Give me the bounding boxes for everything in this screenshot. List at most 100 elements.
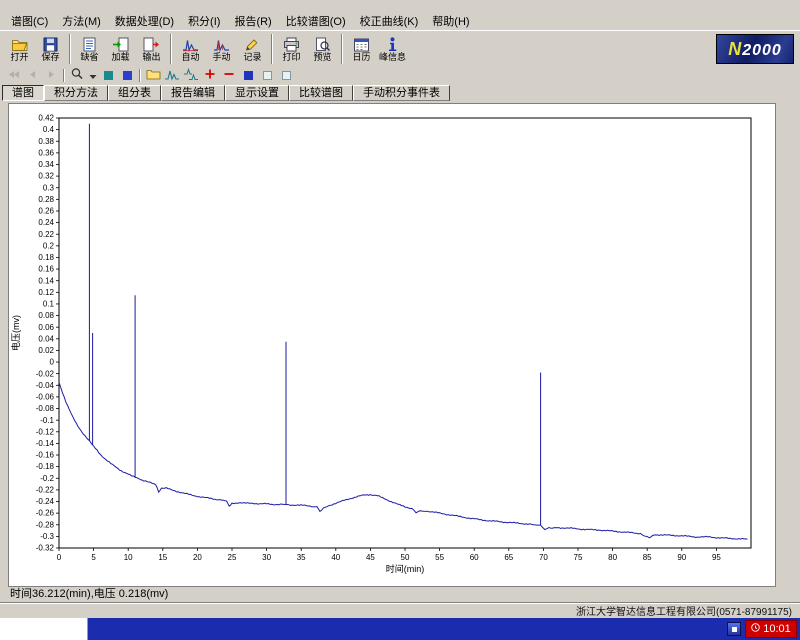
- auto-button[interactable]: 自动: [175, 32, 206, 67]
- svg-text:0: 0: [57, 553, 62, 562]
- peak-info-button[interactable]: 峰信息: [377, 32, 408, 67]
- nav-prev-button[interactable]: [23, 68, 41, 83]
- svg-text:0.42: 0.42: [38, 114, 54, 123]
- peak-info-button-label: 峰信息: [378, 51, 406, 62]
- record-pencil-icon: [244, 37, 261, 52]
- svg-text:0.36: 0.36: [38, 148, 54, 157]
- svg-text:时间(min): 时间(min): [386, 563, 425, 574]
- menu-data-processing[interactable]: 数据处理(D): [108, 15, 181, 29]
- load-button[interactable]: 加载: [105, 32, 136, 67]
- tab-integration-method[interactable]: 积分方法: [44, 85, 108, 101]
- menu-calibration-curve[interactable]: 校正曲线(K): [353, 15, 426, 29]
- overlay-curves-button[interactable]: [163, 68, 181, 83]
- calendar-button[interactable]: 日历: [346, 32, 377, 67]
- menu-integration[interactable]: 积分(I): [181, 15, 227, 29]
- tab-chromatogram[interactable]: 谱图: [2, 85, 44, 101]
- chromatogram-chart[interactable]: -0.32 -0.3 -0.28 -0.26 -0.24 -0.22 -0.2 -0.18 -0…: [9, 104, 775, 584]
- calendar-icon: [353, 37, 370, 52]
- svg-text:0.34: 0.34: [38, 160, 54, 169]
- svg-text:-0.32: -0.32: [36, 544, 55, 553]
- color-swatch-button[interactable]: [239, 68, 257, 83]
- nav-first-button[interactable]: [4, 68, 22, 83]
- chart-panel[interactable]: -0.32 -0.3 -0.28 -0.26 -0.24 -0.22 -0.2 -0.18 -0…: [8, 103, 776, 587]
- manual-peaks-icon: [213, 37, 230, 52]
- svg-text:-0.18: -0.18: [36, 462, 55, 471]
- menu-help[interactable]: 帮助(H): [425, 15, 476, 29]
- fit-view-button[interactable]: [118, 68, 136, 83]
- tab-report-edit[interactable]: 报告编辑: [161, 85, 225, 101]
- fit-view-icon: [122, 71, 132, 81]
- print-button-label: 打印: [282, 51, 301, 62]
- preview-magnifier-icon: [314, 37, 331, 52]
- full-view-button[interactable]: [99, 68, 117, 83]
- export-button-label: 输出: [142, 51, 161, 62]
- record-button[interactable]: 记录: [237, 32, 268, 67]
- svg-text:85: 85: [643, 553, 652, 562]
- svg-text:-0.14: -0.14: [36, 439, 55, 448]
- save-button-label: 保存: [41, 51, 60, 62]
- frame-icon: [262, 71, 272, 81]
- svg-text:0: 0: [50, 358, 55, 367]
- frame-button-2[interactable]: [277, 68, 295, 83]
- preview-button-label: 预览: [313, 51, 332, 62]
- taskbar-clock[interactable]: 10:01: [745, 620, 797, 638]
- toolbar-separator: [69, 34, 71, 65]
- frame-button-1[interactable]: [258, 68, 276, 83]
- svg-text:55: 55: [435, 553, 444, 562]
- svg-text:0.26: 0.26: [38, 207, 54, 216]
- status-row: 时间36.212(min),电压 0.218(mv): [8, 588, 800, 602]
- nav-first-icon: [6, 68, 21, 84]
- tab-compare-chromatogram[interactable]: 比较谱图: [289, 85, 353, 101]
- svg-text:0.24: 0.24: [38, 218, 54, 227]
- toolbar-separator: [139, 69, 141, 83]
- open-compare-button[interactable]: [144, 68, 162, 83]
- menu-bar: 谱图(C) 方法(M) 数据处理(D) 积分(I) 报告(R) 比较谱图(O) …: [0, 14, 800, 30]
- toolbar-separator: [63, 69, 65, 83]
- zoom-dropdown-icon: [89, 68, 97, 83]
- n2000-logo-text: N2000: [728, 38, 782, 59]
- open-folder-icon: [11, 37, 29, 52]
- workspace: -0.32 -0.3 -0.28 -0.26 -0.24 -0.22 -0.2 -0.18 -0…: [0, 101, 800, 602]
- export-button[interactable]: 输出: [136, 32, 167, 67]
- tab-component-table[interactable]: 组分表: [108, 85, 161, 101]
- secondary-toolbar: [0, 67, 800, 85]
- zoom-button[interactable]: [68, 68, 86, 83]
- frame-icon: [281, 71, 291, 81]
- menu-compare-chromatogram[interactable]: 比较谱图(O): [279, 15, 353, 29]
- svg-text:60: 60: [470, 553, 479, 562]
- save-button[interactable]: 保存: [35, 32, 66, 67]
- tab-display-settings[interactable]: 显示设置: [225, 85, 289, 101]
- default-button[interactable]: 缺省: [74, 32, 105, 67]
- remove-curve-button[interactable]: [220, 68, 238, 83]
- svg-text:-0.2: -0.2: [40, 474, 54, 483]
- nav-next-button[interactable]: [42, 68, 60, 83]
- print-button[interactable]: 打印: [276, 32, 307, 67]
- stack-curves-button[interactable]: [182, 67, 200, 84]
- manual-button[interactable]: 手动: [206, 32, 237, 67]
- open-button[interactable]: 打开: [4, 32, 35, 67]
- add-curve-button[interactable]: [201, 68, 219, 83]
- svg-text:35: 35: [297, 553, 306, 562]
- auto-button-label: 自动: [181, 51, 200, 62]
- n2000-logo: N2000: [716, 34, 794, 65]
- tab-manual-integration-events[interactable]: 手动积分事件表: [353, 85, 450, 101]
- tray-input-icon[interactable]: [727, 622, 741, 636]
- preview-button[interactable]: 预览: [307, 32, 338, 67]
- export-arrow-icon: [143, 37, 160, 52]
- tab-bar: 谱图 积分方法 组分表 报告编辑 显示设置 比较谱图 手动积分事件表: [0, 84, 800, 101]
- printer-icon: [283, 37, 300, 52]
- svg-text:0.12: 0.12: [38, 288, 54, 297]
- svg-text:0.32: 0.32: [38, 172, 54, 181]
- record-button-label: 记录: [243, 51, 262, 62]
- svg-text:0.28: 0.28: [38, 195, 54, 204]
- load-arrow-icon: [112, 37, 129, 52]
- svg-text:40: 40: [331, 553, 340, 562]
- stack-curves-icon: [183, 67, 199, 84]
- menu-report[interactable]: 报告(R): [227, 15, 278, 29]
- cursor-readout: 时间36.212(min),电压 0.218(mv): [10, 588, 169, 600]
- menu-method[interactable]: 方法(M): [55, 15, 108, 29]
- menu-chromatogram[interactable]: 谱图(C): [4, 15, 55, 29]
- clock-text: 10:01: [763, 623, 791, 635]
- svg-text:90: 90: [677, 553, 686, 562]
- zoom-dropdown-button[interactable]: [87, 68, 98, 83]
